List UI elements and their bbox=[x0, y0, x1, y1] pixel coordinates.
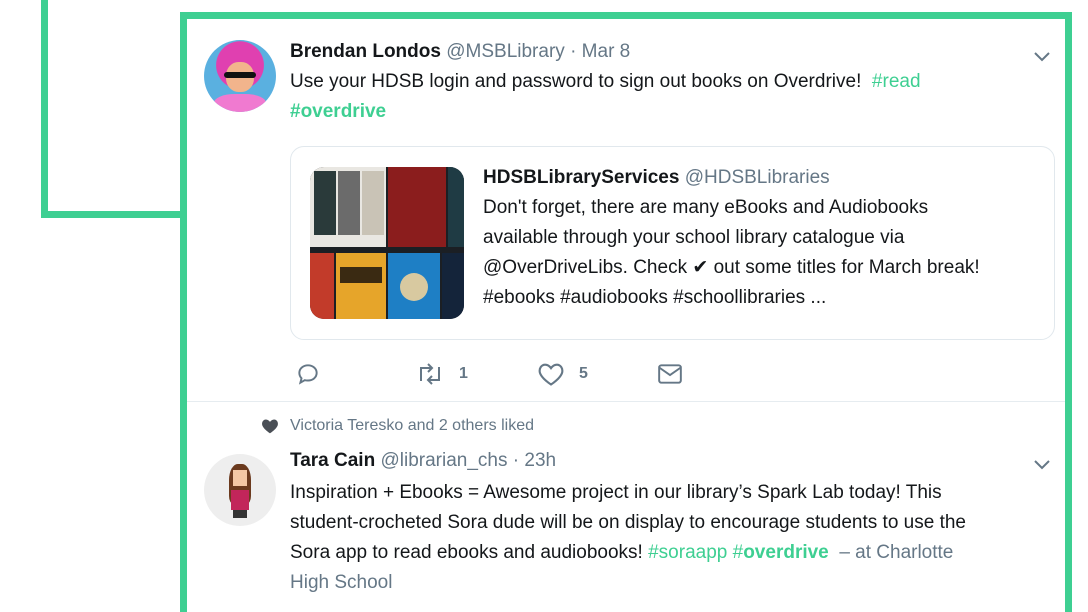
liked-by-context[interactable]: Victoria Teresko and 2 others liked bbox=[260, 417, 534, 435]
retweet-count: 1 bbox=[459, 365, 468, 382]
quoted-line-1: Don't forget, there are many eBooks and … bbox=[483, 197, 929, 218]
separator: · bbox=[512, 450, 520, 471]
quoted-tweet-text: HDSBLibraryServices @HDSBLibraries Don't… bbox=[483, 163, 980, 313]
avatar-tara[interactable] bbox=[204, 454, 276, 526]
quoted-author-name[interactable]: HDSBLibraryServices bbox=[483, 167, 679, 188]
quoted-author-handle[interactable]: @HDSBLibraries bbox=[685, 167, 830, 188]
quoted-line-3a: @OverDriveLibs. Check bbox=[483, 257, 688, 278]
liked-by-text: Victoria Teresko and 2 others liked bbox=[290, 417, 534, 434]
highlight-frame: Brendan Londos @MSBLibrary · Mar 8 Use y… bbox=[180, 12, 1072, 612]
author-handle[interactable]: @MSBLibrary bbox=[446, 41, 565, 62]
avatar-brendan[interactable] bbox=[204, 40, 276, 112]
author-name[interactable]: Tara Cain bbox=[290, 450, 375, 471]
quoted-line-2: available through your school library ca… bbox=[483, 227, 905, 248]
separator: · bbox=[570, 41, 577, 62]
tweet-body: Use your HDSB login and password to sign… bbox=[290, 71, 862, 92]
checkmark-emoji: ✔ bbox=[692, 257, 709, 278]
hashtag-overdrive[interactable]: #overdrive bbox=[733, 542, 829, 563]
tweet-date[interactable]: 23h bbox=[524, 450, 556, 471]
chevron-down-icon[interactable] bbox=[1032, 47, 1052, 67]
tweet2-line-3: Sora app to read ebooks and audiobooks! bbox=[290, 542, 643, 563]
tweet-divider bbox=[187, 401, 1065, 402]
quoted-line-3b: out some titles for March break! bbox=[713, 257, 980, 278]
heart-filled-icon bbox=[262, 419, 278, 434]
annotation-arrow-shaft bbox=[41, 0, 48, 218]
author-name[interactable]: Brendan Londos bbox=[290, 41, 441, 62]
reply-button[interactable] bbox=[295, 360, 321, 388]
tweet2-line-2: student-crocheted Sora dude will be on d… bbox=[290, 512, 966, 533]
chevron-down-icon[interactable] bbox=[1032, 455, 1052, 475]
tweet1-header: Brendan Londos @MSBLibrary · Mar 8 bbox=[290, 41, 630, 63]
heart-icon bbox=[538, 363, 564, 386]
like-button[interactable]: 5 bbox=[537, 360, 588, 388]
envelope-icon bbox=[658, 364, 682, 384]
tweet2-text: Inspiration + Ebooks = Awesome project i… bbox=[290, 478, 1060, 598]
quoted-line-4: #ebooks #audiobooks #schoollibraries ... bbox=[483, 287, 827, 308]
tweet2-line-1: Inspiration + Ebooks = Awesome project i… bbox=[290, 482, 942, 503]
reply-icon bbox=[298, 364, 318, 385]
hashtag-read[interactable]: #read bbox=[872, 71, 921, 92]
hashtag-soraapp[interactable]: #soraapp bbox=[648, 542, 727, 563]
retweet-button[interactable]: 1 bbox=[415, 360, 468, 388]
hashtag-overdrive[interactable]: #overdrive bbox=[290, 101, 386, 122]
tweet-date[interactable]: Mar 8 bbox=[582, 41, 631, 62]
author-handle[interactable]: @librarian_chs bbox=[380, 450, 507, 471]
location-link-cont[interactable]: High School bbox=[290, 568, 1060, 598]
direct-message-button[interactable] bbox=[657, 360, 683, 388]
tweet2-header: Tara Cain @librarian_chs · 23h bbox=[290, 450, 556, 472]
tweet1-text: Use your HDSB login and password to sign… bbox=[290, 67, 1030, 127]
retweet-icon bbox=[420, 363, 440, 385]
book-covers-image[interactable] bbox=[310, 167, 464, 319]
location-link[interactable]: – at Charlotte bbox=[839, 542, 953, 563]
like-count: 5 bbox=[579, 365, 588, 382]
quoted-tweet[interactable]: HDSBLibraryServices @HDSBLibraries Don't… bbox=[290, 146, 1055, 340]
